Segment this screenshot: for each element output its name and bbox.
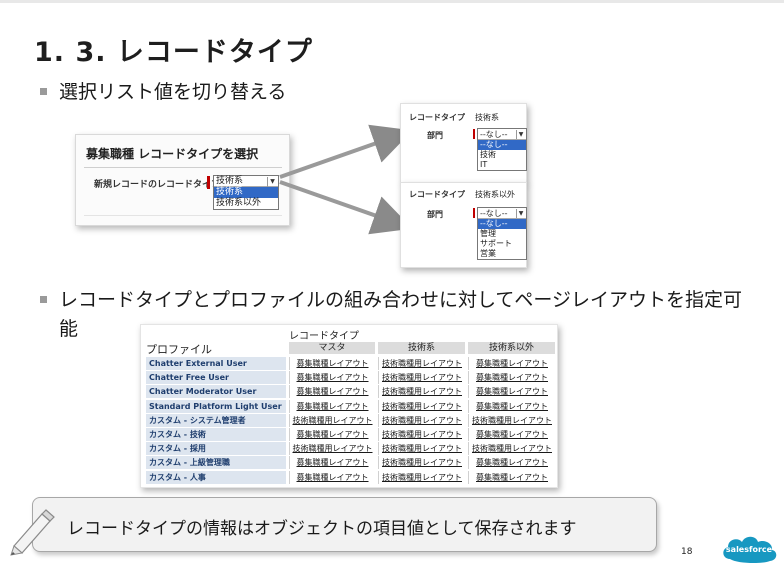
column-header-master: マスタ [289, 342, 375, 354]
slide-title: 1. 3. レコードタイプ [34, 37, 313, 68]
required-indicator [473, 129, 475, 139]
layout-link[interactable]: 募集職種レイアウト [289, 428, 375, 441]
record-type-field-label: 新規レコードのレコードタイプ [94, 180, 221, 190]
layout-link[interactable]: 技術職種用レイアウト [378, 470, 465, 484]
dialog-title: 募集職種 レコードタイプを選択 [86, 147, 259, 161]
department-label: 部門 [427, 210, 443, 219]
profile-link[interactable]: Chatter External User [146, 357, 286, 370]
pencil-icon [10, 509, 55, 556]
layout-link[interactable]: 技術職種用レイアウト [378, 371, 465, 385]
layout-link[interactable]: 技術職種用レイアウト [289, 413, 375, 427]
profile-link[interactable]: カスタム - システム管理者 [146, 413, 286, 427]
table-row: カスタム - 採用 技術職種用レイアウト 技術職種用レイアウト 技術職種用レイアウト [146, 442, 556, 456]
record-type-select[interactable]: 技術系 技術系 技術系以外 ▼ [213, 175, 279, 210]
record-type-dialog: 募集職種 レコードタイプを選択 新規レコードのレコードタイプ 技術系 技術系 技… [75, 134, 290, 226]
option-admin[interactable]: 管理 [478, 229, 526, 239]
layout-link[interactable]: 募集職種レイアウト [468, 399, 555, 413]
layout-link[interactable]: 募集職種レイアウト [289, 385, 375, 399]
table-row: カスタム - システム管理者 技術職種用レイアウト 技術職種用レイアウト 技術職種用レ… [146, 413, 556, 428]
option-sales[interactable]: 営業 [478, 249, 526, 259]
department-select[interactable]: --なし-- --なし-- 管理 サポート 営業 ▼ [477, 207, 527, 260]
profile-column-header: プロファイル [146, 343, 212, 356]
field-panel-technical: レコードタイプ 技術系 部門 --なし-- --なし-- 技術 IT ▼ [400, 103, 527, 183]
callout-text: レコードタイプの情報はオブジェクトの項目値として保存されます [67, 519, 577, 539]
department-select[interactable]: --なし-- --なし-- 技術 IT ▼ [477, 128, 527, 171]
dialog-footer-line [84, 215, 282, 216]
option-none[interactable]: --なし-- [478, 140, 526, 150]
required-indicator [473, 208, 475, 218]
layout-link[interactable]: 技術職種用レイアウト [468, 413, 555, 427]
top-divider [0, 0, 784, 3]
table-row: Chatter Free User 募集職種レイアウト 技術職種用レイアウト 募集職種… [146, 371, 556, 385]
table-row: カスタム - 上級管理職 募集職種レイアウト 技術職種用レイアウト 募集職種レイアウト [146, 456, 556, 470]
bullet-marker [40, 88, 47, 95]
layout-assignment-table: レコードタイプ プロファイル マスタ 技術系 技術系以外 Chatter Ext… [140, 324, 558, 488]
logo-wordmark: salesforce [725, 545, 773, 554]
option-technical[interactable]: 技術系 [214, 187, 278, 198]
column-header-technical: 技術系 [378, 342, 465, 354]
layout-link[interactable]: 募集職種レイアウト [468, 428, 555, 441]
column-header-non-technical: 技術系以外 [468, 342, 555, 354]
required-indicator [207, 176, 210, 189]
layout-link[interactable]: 技術職種用レイアウト [378, 413, 465, 427]
table-row: Chatter External User 募集職種レイアウト 技術職種用レイアウト… [146, 357, 556, 371]
dropdown-arrow-icon[interactable]: ▼ [516, 130, 525, 139]
profile-link[interactable]: カスタム - 人事 [146, 470, 286, 484]
layout-link[interactable]: 募集職種レイアウト [468, 385, 555, 399]
table-row: カスタム - 人事 募集職種レイアウト 技術職種用レイアウト 募集職種レイアウト [146, 470, 556, 485]
record-type-label: レコードタイプ [409, 190, 465, 199]
layout-link[interactable]: 募集職種レイアウト [289, 399, 375, 413]
option-support[interactable]: サポート [478, 239, 526, 249]
option-non-technical[interactable]: 技術系以外 [214, 198, 278, 209]
profile-link[interactable]: Chatter Moderator User [146, 385, 286, 399]
record-type-group-header: レコードタイプ [289, 331, 359, 342]
option-it[interactable]: IT [478, 160, 526, 170]
profile-link[interactable]: Standard Platform Light User [146, 399, 286, 413]
table-row: Chatter Moderator User 募集職種レイアウト 技術職種用レイアウ… [146, 385, 556, 399]
layout-link[interactable]: 募集職種レイアウト [289, 357, 375, 370]
layout-link[interactable]: 募集職種レイアウト [289, 470, 375, 484]
arrow-to-technical [279, 124, 413, 179]
page-number: 18 [681, 547, 693, 557]
profile-link[interactable]: カスタム - 技術 [146, 428, 286, 441]
layout-link[interactable]: 技術職種用レイアウト [378, 385, 465, 399]
dropdown-arrow-icon[interactable]: ▼ [516, 209, 525, 218]
profile-link[interactable]: カスタム - 採用 [146, 442, 286, 456]
layout-link[interactable]: 技術職種用レイアウト [378, 442, 465, 456]
callout-note: レコードタイプの情報はオブジェクトの項目値として保存されます [32, 497, 657, 552]
layout-link[interactable]: 技術職種用レイアウト [468, 442, 555, 456]
layout-link[interactable]: 募集職種レイアウト [468, 470, 555, 484]
bullet-text: 選択リスト値を切り替える [59, 81, 287, 103]
layout-link[interactable]: 技術職種用レイアウト [378, 357, 465, 370]
dropdown-arrow-icon[interactable]: ▼ [267, 177, 277, 187]
layout-link[interactable]: 募集職種レイアウト [468, 371, 555, 385]
record-type-value: 技術系以外 [475, 190, 515, 199]
layout-link[interactable]: 技術職種用レイアウト [289, 442, 375, 456]
department-label: 部門 [427, 131, 443, 140]
field-panel-non-technical: レコードタイプ 技術系以外 部門 --なし-- --なし-- 管理 サポート 営… [400, 182, 527, 268]
layout-link[interactable]: 技術職種用レイアウト [378, 399, 465, 413]
record-type-value: 技術系 [475, 113, 499, 122]
table-row: カスタム - 技術 募集職種レイアウト 技術職種用レイアウト 募集職種レイアウト [146, 428, 556, 442]
arrow-to-non-technical [279, 180, 413, 235]
layout-link[interactable]: 募集職種レイアウト [289, 371, 375, 385]
table-row: Standard Platform Light User 募集職種レイアウト 技術職… [146, 399, 556, 414]
layout-link[interactable]: 募集職種レイアウト [468, 357, 555, 370]
dialog-divider [84, 167, 282, 168]
record-type-label: レコードタイプ [409, 113, 465, 122]
layout-link[interactable]: 技術職種用レイアウト [378, 456, 465, 470]
layout-link[interactable]: 募集職種レイアウト [289, 456, 375, 470]
bullet-picklist: 選択リスト値を切り替える [40, 78, 286, 107]
bullet-marker [40, 296, 47, 303]
profile-link[interactable]: Chatter Free User [146, 371, 286, 385]
option-tech[interactable]: 技術 [478, 150, 526, 160]
layout-link[interactable]: 技術職種用レイアウト [378, 428, 465, 441]
option-none[interactable]: --なし-- [478, 219, 526, 229]
layout-link[interactable]: 募集職種レイアウト [468, 456, 555, 470]
profile-link[interactable]: カスタム - 上級管理職 [146, 456, 286, 470]
